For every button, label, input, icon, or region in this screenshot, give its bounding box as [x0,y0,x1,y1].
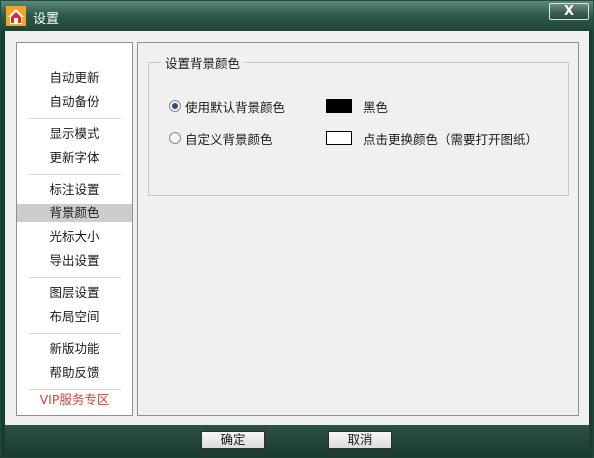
default-color-name: 黑色 [363,100,389,115]
sidebar-item-auto-backup[interactable]: 自动备份 [17,93,132,111]
custom-color-swatch[interactable] [326,131,352,145]
app-icon [6,6,26,26]
sidebar-item-vip[interactable]: VIP服务专区 [17,391,132,409]
change-color-hint[interactable]: 点击更换颜色（需要打开图纸） [363,129,538,148]
close-button[interactable]: X [549,3,589,20]
sidebar-item-layout-space[interactable]: 布局空间 [17,308,132,326]
custom-color-label[interactable]: 自定义背景颜色 [185,129,273,148]
group-title: 设置背景颜色 [161,53,245,72]
radio-selected-dot [172,103,178,109]
sidebar-item-new-features[interactable]: 新版功能 [17,340,132,358]
sidebar-item-export[interactable]: 导出设置 [17,252,132,270]
dialog-footer: 确定 取消 [5,425,589,453]
ok-button[interactable]: 确定 [201,431,265,449]
custom-color-radio[interactable] [169,132,181,144]
sidebar-item-update-fonts[interactable]: 更新字体 [17,149,132,167]
sidebar-item-layers[interactable]: 图层设置 [17,284,132,302]
sidebar-divider [29,118,121,119]
default-color-radio[interactable] [169,100,181,112]
title-bar[interactable]: 设置 X [1,1,593,31]
content-area: 自动更新 自动备份 显示模式 更新字体 标注设置 背景颜色 光标大小 导出设置 … [5,31,589,425]
cancel-button[interactable]: 取消 [328,431,392,449]
settings-sidebar: 自动更新 自动备份 显示模式 更新字体 标注设置 背景颜色 光标大小 导出设置 … [16,42,133,416]
sidebar-divider [29,277,121,278]
sidebar-item-auto-update[interactable]: 自动更新 [17,69,132,87]
settings-panel: 设置背景颜色 使用默认背景颜色 黑色 自定义背景颜色 点击更换颜色（需要打开图纸… [137,42,579,416]
default-color-label[interactable]: 使用默认背景颜色 [185,97,285,116]
sidebar-divider [29,333,121,334]
black-color-swatch [326,99,352,113]
settings-window: 设置 X 自动更新 自动备份 显示模式 更新字体 标注设置 背景颜色 光标大小 … [0,0,594,458]
window-title: 设置 [33,12,60,27]
sidebar-item-background-color[interactable]: 背景颜色 [17,204,132,222]
sidebar-divider [29,389,121,390]
sidebar-item-help-feedback[interactable]: 帮助反馈 [17,364,132,382]
sidebar-divider [29,174,121,175]
sidebar-item-display-mode[interactable]: 显示模式 [17,125,132,143]
sidebar-item-cursor-size[interactable]: 光标大小 [17,228,132,246]
sidebar-item-annotation[interactable]: 标注设置 [17,181,132,199]
